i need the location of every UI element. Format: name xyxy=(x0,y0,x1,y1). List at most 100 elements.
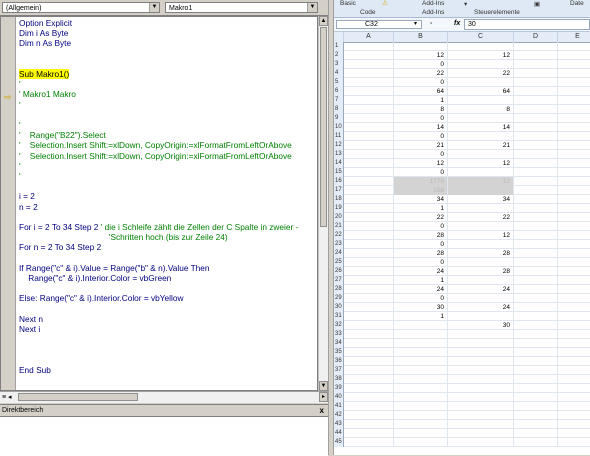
cell-b7[interactable]: 1 xyxy=(394,96,448,105)
cell-a7[interactable] xyxy=(344,96,394,105)
cell-e22[interactable] xyxy=(558,231,590,240)
cell-d32[interactable] xyxy=(514,321,558,330)
fx-icon[interactable]: fx xyxy=(454,20,460,27)
scroll-down-icon[interactable]: ▼ xyxy=(319,381,328,391)
cell-a23[interactable] xyxy=(344,240,394,249)
cell-c44[interactable] xyxy=(448,429,514,438)
cell-b28[interactable]: 24 xyxy=(394,285,448,294)
row-header[interactable]: 34 xyxy=(334,339,344,348)
code-gutter[interactable] xyxy=(1,17,16,390)
cell-d26[interactable] xyxy=(514,267,558,276)
code-line[interactable]: ' Selection.Insert Shift:=xlDown, CopyOr… xyxy=(19,140,292,150)
cell-d10[interactable] xyxy=(514,123,558,132)
cell-d21[interactable] xyxy=(514,222,558,231)
cell-d27[interactable] xyxy=(514,276,558,285)
cell-b29[interactable]: 0 xyxy=(394,294,448,303)
cell-c15[interactable] xyxy=(448,168,514,177)
cell-a40[interactable] xyxy=(344,393,394,402)
cell-b45[interactable] xyxy=(394,438,448,447)
cell-d1[interactable] xyxy=(514,42,558,51)
cell-e1[interactable] xyxy=(558,42,590,51)
code-line[interactable]: If Range("c" & i).Value = Range("b" & n)… xyxy=(19,263,210,273)
cell-b30[interactable]: 30 xyxy=(394,303,448,312)
cell-c16[interactable]: 12 xyxy=(448,177,514,186)
cell-b42[interactable] xyxy=(394,411,448,420)
row-header[interactable]: 31 xyxy=(334,312,344,321)
cell-a12[interactable] xyxy=(344,141,394,150)
cell-d12[interactable] xyxy=(514,141,558,150)
row-header[interactable]: 11 xyxy=(334,132,344,141)
cell-a10[interactable] xyxy=(344,123,394,132)
cell-b21[interactable]: 0 xyxy=(394,222,448,231)
cell-c43[interactable] xyxy=(448,420,514,429)
row-header[interactable]: 32 xyxy=(334,321,344,330)
row-header[interactable]: 17 xyxy=(334,186,344,195)
code-line[interactable]: ' Range("B22").Select xyxy=(19,130,106,140)
cell-a37[interactable] xyxy=(344,366,394,375)
cell-c33[interactable] xyxy=(448,330,514,339)
cell-c4[interactable]: 22 xyxy=(448,69,514,78)
row-header[interactable]: 10 xyxy=(334,123,344,132)
cell-c24[interactable]: 28 xyxy=(448,249,514,258)
cell-b12[interactable]: 21 xyxy=(394,141,448,150)
cell-b19[interactable]: 1 xyxy=(394,204,448,213)
cell-e45[interactable] xyxy=(558,438,590,447)
row-header[interactable]: 28 xyxy=(334,285,344,294)
column-header-d[interactable]: D xyxy=(514,32,558,42)
row-header[interactable]: 27 xyxy=(334,276,344,285)
code-line[interactable]: i = 2 xyxy=(19,191,35,201)
cell-c32[interactable]: 30 xyxy=(448,321,514,330)
cell-b43[interactable] xyxy=(394,420,448,429)
scroll-right-icon[interactable]: ▸ xyxy=(319,392,328,402)
row-header[interactable]: 14 xyxy=(334,159,344,168)
cell-d22[interactable] xyxy=(514,231,558,240)
cell-c25[interactable] xyxy=(448,258,514,267)
code-line[interactable]: ' xyxy=(19,161,21,171)
cell-e41[interactable] xyxy=(558,402,590,411)
cell-d25[interactable] xyxy=(514,258,558,267)
cell-e18[interactable] xyxy=(558,195,590,204)
cell-d29[interactable] xyxy=(514,294,558,303)
code-line[interactable]: Next i xyxy=(19,324,40,334)
cell-c27[interactable] xyxy=(448,276,514,285)
cell-b8[interactable]: 8 xyxy=(394,105,448,114)
cell-b3[interactable]: 0 xyxy=(394,60,448,69)
cell-a27[interactable] xyxy=(344,276,394,285)
cell-c9[interactable] xyxy=(448,114,514,123)
cell-b40[interactable] xyxy=(394,393,448,402)
cell-c34[interactable] xyxy=(448,339,514,348)
cell-b36[interactable] xyxy=(394,357,448,366)
cell-d33[interactable] xyxy=(514,330,558,339)
ribbon-date[interactable]: Date xyxy=(570,0,584,7)
cell-c3[interactable] xyxy=(448,60,514,69)
cell-c29[interactable] xyxy=(448,294,514,303)
cell-d6[interactable] xyxy=(514,87,558,96)
cell-b35[interactable] xyxy=(394,348,448,357)
cell-d8[interactable] xyxy=(514,105,558,114)
cell-b9[interactable]: 0 xyxy=(394,114,448,123)
cell-b10[interactable]: 14 xyxy=(394,123,448,132)
cell-b16[interactable]: 1775 xyxy=(394,177,448,186)
cell-b25[interactable]: 0 xyxy=(394,258,448,267)
code-vertical-scrollbar[interactable]: ▲ ▼ xyxy=(318,16,328,391)
cell-b11[interactable]: 0 xyxy=(394,132,448,141)
cell-d11[interactable] xyxy=(514,132,558,141)
cell-d20[interactable] xyxy=(514,213,558,222)
cell-d43[interactable] xyxy=(514,420,558,429)
cell-a1[interactable] xyxy=(344,42,394,51)
cell-c40[interactable] xyxy=(448,393,514,402)
row-header[interactable]: 39 xyxy=(334,384,344,393)
cell-b14[interactable]: 12 xyxy=(394,159,448,168)
cell-a15[interactable] xyxy=(344,168,394,177)
row-header[interactable]: 5 xyxy=(334,78,344,87)
cell-e37[interactable] xyxy=(558,366,590,375)
cell-a34[interactable] xyxy=(344,339,394,348)
cell-b24[interactable]: 28 xyxy=(394,249,448,258)
row-header[interactable]: 29 xyxy=(334,294,344,303)
cell-b38[interactable] xyxy=(394,375,448,384)
code-line[interactable]: Range("c" & i).Interior.Color = vbGreen xyxy=(19,273,171,283)
row-header[interactable]: 23 xyxy=(334,240,344,249)
cell-d45[interactable] xyxy=(514,438,558,447)
cell-a9[interactable] xyxy=(344,114,394,123)
cell-e12[interactable] xyxy=(558,141,590,150)
